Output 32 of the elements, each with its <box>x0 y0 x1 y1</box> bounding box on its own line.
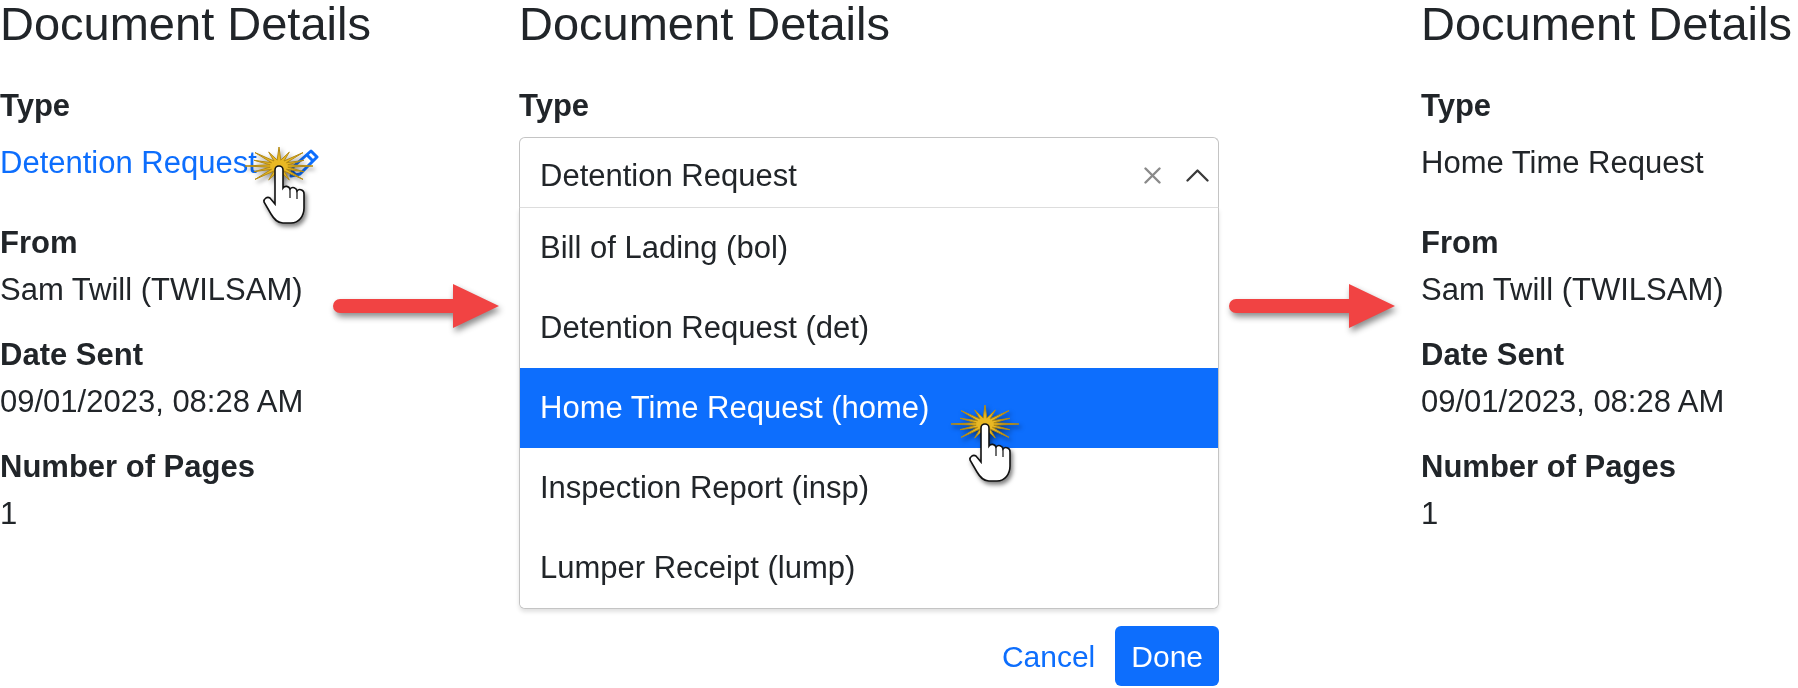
action-button[interactable]: Done <box>1115 626 1219 686</box>
chevron-up-icon[interactable] <box>1186 169 1209 182</box>
field-label: Type <box>519 87 591 125</box>
dropdown-option[interactable]: Bill of Lading (bol) <box>520 208 1218 288</box>
field-value: Home Time Request <box>1421 144 1705 182</box>
field-label: Date Sent <box>1421 336 1565 374</box>
dropdown-option[interactable]: Inspection Report (insp) <box>520 448 1218 528</box>
field-label: Number of Pages <box>0 448 256 486</box>
dropdown-option[interactable]: Home Time Request (home) <box>520 368 1218 448</box>
dropdown-option[interactable]: Lumper Receipt (lump) <box>520 528 1218 608</box>
dropdown-option[interactable]: Detention Request (det) <box>520 288 1218 368</box>
field-value: 09/01/2023, 08:28 AM <box>0 383 305 421</box>
field-label: From <box>1421 224 1500 262</box>
section-title: Document Details <box>519 0 890 47</box>
field-value: Sam Twill (TWILSAM) <box>1421 271 1725 309</box>
clear-icon[interactable] <box>1144 167 1161 184</box>
type-link[interactable]: Detention Request <box>0 143 257 183</box>
section-title: Document Details <box>1421 0 1792 47</box>
field-value: Sam Twill (TWILSAM) <box>0 271 304 309</box>
field-label: From <box>0 224 79 262</box>
type-select[interactable]: Detention Request <box>519 137 1219 208</box>
field-value: 1 <box>1421 495 1440 533</box>
field-label: Type <box>0 87 72 125</box>
action-link[interactable]: Cancel <box>989 626 1108 686</box>
field-label: Type <box>1421 87 1493 125</box>
field-value: 09/01/2023, 08:28 AM <box>1421 383 1726 421</box>
right-arrow-icon <box>1229 284 1395 328</box>
field-label: Date Sent <box>0 336 144 374</box>
right-arrow-icon <box>333 284 499 328</box>
field-label: Number of Pages <box>1421 448 1677 486</box>
field-value: 1 <box>0 495 19 533</box>
section-title: Document Details <box>0 0 371 47</box>
